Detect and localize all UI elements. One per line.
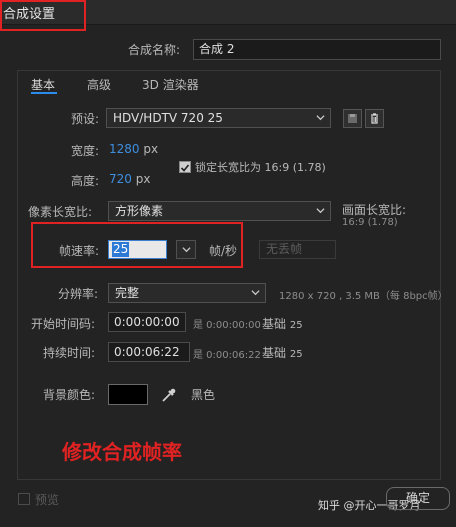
comp-name-input[interactable]: 合成 2 [193, 39, 441, 60]
preset-select[interactable]: HDV/HDTV 720 25 [106, 108, 331, 128]
ok-button-label: 确定 [405, 491, 430, 505]
width-value[interactable]: 1280 [109, 142, 140, 156]
chevron-down-icon [316, 208, 325, 214]
frame-rate-value: 25 [112, 242, 130, 257]
frame-aspect-label: 画面长宽比: [342, 203, 407, 217]
pixel-aspect-label: 像素长宽比: [28, 205, 93, 219]
preset-value: HDV/HDTV 720 25 [113, 111, 223, 125]
base-label: 基础 [262, 317, 287, 331]
height-field[interactable]: 720 px [109, 172, 150, 186]
checkmark-icon [180, 164, 190, 172]
tab-3d-renderer[interactable]: 3D 渲染器 [142, 76, 199, 93]
frame-rate-dropdown[interactable] [176, 240, 196, 259]
comp-name-label: 合成名称: [128, 43, 181, 57]
annotation-text: 修改合成帧率 [62, 440, 182, 464]
chevron-down-icon [182, 247, 191, 253]
start-timecode-info: 是 0:00:00:00 [193, 320, 261, 331]
pixel-aspect-value: 方形像素 [115, 204, 164, 218]
base-label: 基础 [262, 346, 287, 360]
tab-advanced[interactable]: 高级 [87, 76, 111, 93]
settings-panel [17, 70, 441, 480]
pixel-aspect-select[interactable]: 方形像素 [108, 201, 331, 221]
chevron-down-icon [251, 290, 260, 296]
background-color-name: 黑色 [191, 388, 216, 402]
duration-base: 基础 25 [262, 344, 303, 361]
duration-input[interactable]: 0:00:06:22 [108, 342, 190, 362]
frame-rate-unit: 帧/秒 [209, 244, 238, 258]
width-unit: px [143, 142, 159, 156]
height-value[interactable]: 720 [109, 172, 132, 186]
ok-button[interactable]: 确定 [386, 487, 450, 510]
drop-frame-value: 无丢帧 [266, 242, 303, 256]
frame-rate-input[interactable]: 25 [108, 240, 167, 259]
base-value: 25 [289, 320, 303, 331]
resolution-info: 1280 x 720 , 3.5 MB（每 8bpc帧） [279, 291, 448, 302]
duration-label: 持续时间: [43, 346, 96, 360]
width-label: 宽度: [71, 144, 100, 158]
lock-aspect-label: 锁定长宽比为 16:9 (1.78) [195, 161, 326, 174]
lock-aspect-checkbox[interactable] [179, 161, 191, 173]
tab-basic[interactable]: 基本 [31, 76, 55, 93]
resolution-value: 完整 [115, 286, 140, 300]
preview-label: 预览 [35, 493, 60, 507]
preset-label: 预设: [71, 112, 100, 126]
height-unit: px [135, 172, 151, 186]
base-value: 25 [289, 349, 303, 360]
preview-checkbox[interactable] [18, 493, 30, 505]
duration-info: 是 0:00:06:22 [193, 350, 261, 361]
chevron-down-icon [316, 115, 325, 121]
drop-frame-select: 无丢帧 [259, 240, 336, 259]
start-timecode-input[interactable]: 0:00:00:00 [108, 312, 186, 332]
eyedropper-button[interactable] [160, 386, 178, 404]
frame-rate-label: 帧速率: [59, 244, 100, 258]
frame-aspect-value: 16:9 (1.78) [342, 217, 398, 228]
start-timecode-label: 开始时间码: [31, 317, 96, 331]
resolution-label: 分辨率: [58, 287, 99, 301]
trash-icon [371, 113, 378, 124]
eyedropper-icon [162, 388, 176, 402]
active-tab-indicator [31, 92, 57, 94]
height-label: 高度: [71, 174, 100, 188]
resolution-select[interactable]: 完整 [108, 283, 266, 303]
save-preset-button[interactable] [343, 109, 362, 128]
save-preset-icon [348, 114, 357, 123]
background-color-label: 背景颜色: [43, 388, 96, 402]
width-field[interactable]: 1280 px [109, 142, 158, 156]
delete-preset-button[interactable] [365, 109, 384, 128]
title-highlight-box [0, 0, 86, 31]
start-timecode-base: 基础 25 [262, 315, 303, 332]
background-color-swatch[interactable] [108, 384, 148, 405]
